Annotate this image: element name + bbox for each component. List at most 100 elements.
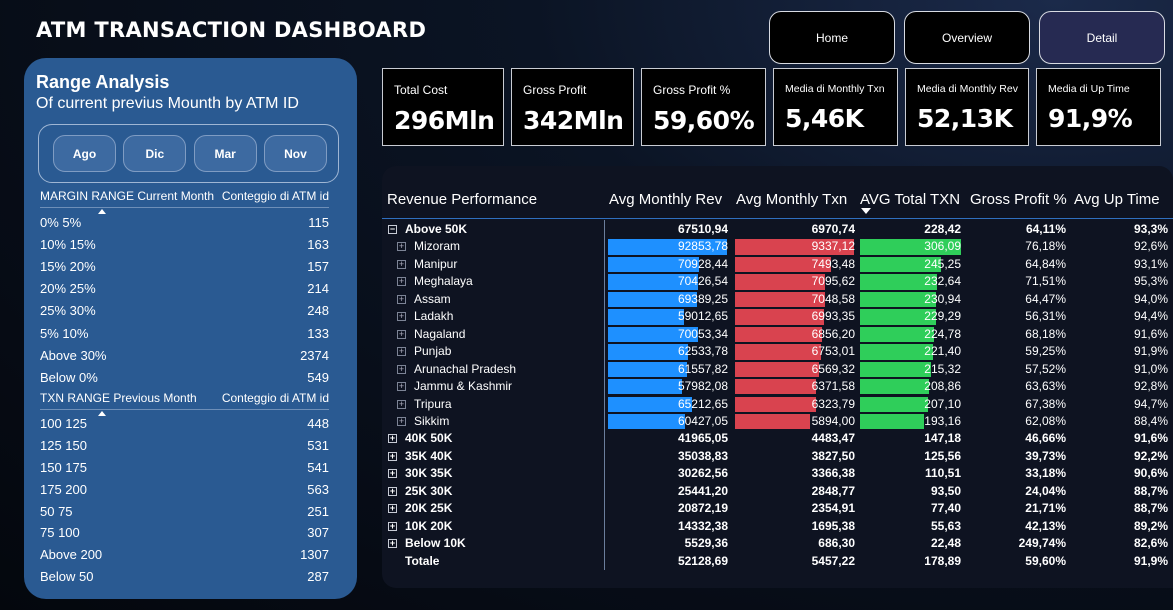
matrix-group-row[interactable]: +35K 40K 35038,83 3827,50 125,56 39,73% 92,2% xyxy=(382,448,1173,465)
margin-range-table: MARGIN RANGE Current Month Conteggio di … xyxy=(40,189,329,389)
matrix-child-row[interactable]: + Mizoram 92853,78 9337,12 306,09 76,18% 92,6% xyxy=(382,238,1173,255)
kpi-media-up-time: Media di Up Time 91,9% xyxy=(1036,68,1161,146)
expand-icon[interactable]: + xyxy=(388,469,397,479)
matrix-group-row[interactable]: +20K 25K 20872,19 2354,91 77,40 21,71% 88,7% xyxy=(382,500,1173,517)
range-analysis-subtitle: Of current previus Mounth by ATM ID xyxy=(36,95,299,112)
expand-icon[interactable]: + xyxy=(397,364,406,374)
cell-up: 92,6% xyxy=(1133,239,1168,254)
header-revenue-performance[interactable]: Revenue Performance xyxy=(387,191,537,208)
matrix-child-row[interactable]: + Punjab 62533,78 6753,01 221,40 59,25% 91,9% xyxy=(382,343,1173,360)
matrix-child-row[interactable]: + Ladakh 59012,65 6993,35 229,29 56,31% 94,4% xyxy=(382,308,1173,325)
matrix-group-row[interactable]: +10K 20K 14332,38 1695,38 55,63 42,13% 89,2% xyxy=(382,518,1173,535)
expand-icon[interactable]: + xyxy=(397,259,406,269)
cell-gp: 24,04% xyxy=(1025,483,1066,498)
expand-icon[interactable]: + xyxy=(397,382,406,392)
range-count: 531 xyxy=(307,437,329,453)
expand-icon[interactable]: + xyxy=(397,294,406,304)
margin-range-row[interactable]: 20% 25% 214 xyxy=(40,278,329,300)
txn-range-row[interactable]: 125 150 531 xyxy=(40,434,329,456)
txn-range-col1[interactable]: TXN RANGE Previous Month xyxy=(40,391,197,405)
margin-range-row[interactable]: 15% 20% 157 xyxy=(40,255,329,277)
matrix-child-row[interactable]: + Tripura 65212,65 6323,79 207,10 67,38% 94,7% xyxy=(382,396,1173,413)
matrix-child-row[interactable]: + Sikkim 60427,05 5894,00 193,16 62,08% 88,4% xyxy=(382,413,1173,430)
cell-rev: 92853,78 xyxy=(677,239,728,254)
margin-range-row[interactable]: 5% 10% 133 xyxy=(40,322,329,344)
matrix-child-row[interactable]: + Nagaland 70053,34 6856,20 224,78 68,18% 91,6… xyxy=(382,326,1173,343)
header-avg-up-time[interactable]: Avg Up Time xyxy=(1074,191,1160,208)
margin-range-header: MARGIN RANGE Current Month Conteggio di … xyxy=(40,189,329,214)
header-avg-total-txn[interactable]: AVG Total TXN xyxy=(860,191,960,208)
matrix-total-row[interactable]: Totale 52128,69 5457,22 178,89 59,60% 91,9% xyxy=(382,553,1173,570)
cell-gp: 67,38% xyxy=(1025,396,1066,411)
expand-icon[interactable]: + xyxy=(388,539,397,549)
margin-range-row[interactable]: 10% 15% 163 xyxy=(40,233,329,255)
cell-gp: 56,31% xyxy=(1025,309,1066,324)
txn-range-row[interactable]: 150 175 541 xyxy=(40,456,329,478)
expand-icon[interactable]: + xyxy=(388,451,397,461)
cell-up: 91,9% xyxy=(1133,553,1168,568)
range-count: 248 xyxy=(307,303,329,319)
matrix-group-row[interactable]: +25K 30K 25441,20 2848,77 93,50 24,04% 88,7% xyxy=(382,483,1173,500)
txn-range-row[interactable]: Below 50 287 xyxy=(40,566,329,588)
margin-range-col2[interactable]: Conteggio di ATM id xyxy=(222,189,329,203)
matrix-child-row[interactable]: + Jammu & Kashmir 57982,08 6371,58 208,86 63,… xyxy=(382,378,1173,395)
cell-up: 94,7% xyxy=(1133,396,1168,411)
margin-range-row[interactable]: 0% 5% 115 xyxy=(40,211,329,233)
txn-range-row[interactable]: Above 200 1307 xyxy=(40,544,329,566)
header-avg-monthly-txn[interactable]: Avg Monthly Txn xyxy=(736,191,847,208)
cell-total: 77,40 xyxy=(930,501,961,516)
matrix-child-row[interactable]: + Meghalaya 70426,54 7095,62 232,64 71,51% 95,… xyxy=(382,273,1173,290)
cell-up: 88,4% xyxy=(1133,413,1168,428)
expand-icon[interactable]: + xyxy=(397,347,406,357)
row-label: Mizoram xyxy=(414,239,461,254)
cell-gp: 64,84% xyxy=(1025,256,1066,271)
header-divider xyxy=(382,218,1173,219)
detail-button[interactable]: Detail xyxy=(1039,11,1165,64)
header-gross-profit-pct[interactable]: Gross Profit % xyxy=(970,191,1067,208)
matrix-group-row[interactable]: + Below 10K 5529,36 686,30 22,48 249,74% 82,6% xyxy=(382,535,1173,552)
expand-icon[interactable]: + xyxy=(397,416,406,426)
home-button[interactable]: Home xyxy=(769,11,895,64)
expand-icon[interactable]: + xyxy=(388,521,397,531)
cell-total: 229,29 xyxy=(924,309,961,324)
matrix-group-row[interactable]: +40K 50K 41965,05 4483,47 147,18 46,66% 91,6% xyxy=(382,430,1173,447)
range-count: 214 xyxy=(307,281,329,297)
expand-icon[interactable]: + xyxy=(397,277,406,287)
expand-icon[interactable]: + xyxy=(388,486,397,496)
margin-range-row[interactable]: Below 0% 549 xyxy=(40,366,329,388)
txn-range-row[interactable]: 175 200 563 xyxy=(40,478,329,500)
cell-total: 22,48 xyxy=(930,536,961,551)
txn-range-row[interactable]: 75 100 307 xyxy=(40,522,329,544)
expand-icon[interactable]: + xyxy=(397,329,406,339)
matrix-group-row[interactable]: − Above 50K 67510,94 6970,74 228,42 64,11% 93,… xyxy=(382,221,1173,238)
month-button-dic[interactable]: Dic xyxy=(123,135,187,172)
margin-range-row[interactable]: Above 30% 2374 xyxy=(40,344,329,366)
kpi-label: Media di Up Time xyxy=(1048,83,1130,95)
collapse-icon[interactable]: − xyxy=(388,225,397,234)
expand-icon[interactable]: + xyxy=(397,399,406,409)
cell-gp: 62,08% xyxy=(1025,413,1066,428)
header-avg-monthly-rev[interactable]: Avg Monthly Rev xyxy=(609,191,722,208)
range-label: 0% 5% xyxy=(40,214,82,230)
expand-icon[interactable]: + xyxy=(397,242,406,252)
expand-icon[interactable]: + xyxy=(388,504,397,514)
cell-txn: 2354,91 xyxy=(811,501,855,516)
month-button-ago[interactable]: Ago xyxy=(53,135,116,172)
matrix-child-row[interactable]: + Assam 69389,25 7048,58 230,94 64,47% 94,0% xyxy=(382,291,1173,308)
cell-txn: 686,30 xyxy=(818,536,855,551)
matrix-child-row[interactable]: + Manipur 70928,44 7493,48 245,25 64,84% 93,1% xyxy=(382,256,1173,273)
txn-range-row[interactable]: 100 125 448 xyxy=(40,413,329,435)
txn-range-row[interactable]: 50 75 251 xyxy=(40,500,329,522)
txn-range-col2[interactable]: Conteggio di ATM id xyxy=(222,391,329,405)
expand-icon[interactable]: + xyxy=(397,312,406,322)
row-label: Meghalaya xyxy=(414,274,473,289)
margin-range-row[interactable]: 25% 30% 248 xyxy=(40,300,329,322)
cell-txn: 3827,50 xyxy=(811,448,855,463)
matrix-group-row[interactable]: +30K 35K 30262,56 3366,38 110,51 33,18% 90,6% xyxy=(382,465,1173,482)
expand-icon[interactable]: + xyxy=(388,434,397,444)
margin-range-col1[interactable]: MARGIN RANGE Current Month xyxy=(40,189,214,203)
month-button-nov[interactable]: Nov xyxy=(263,135,327,172)
month-button-mar[interactable]: Mar xyxy=(193,135,257,172)
matrix-child-row[interactable]: + Arunachal Pradesh 61557,82 6569,32 215,32 5… xyxy=(382,361,1173,378)
overview-button[interactable]: Overview xyxy=(904,11,1030,64)
